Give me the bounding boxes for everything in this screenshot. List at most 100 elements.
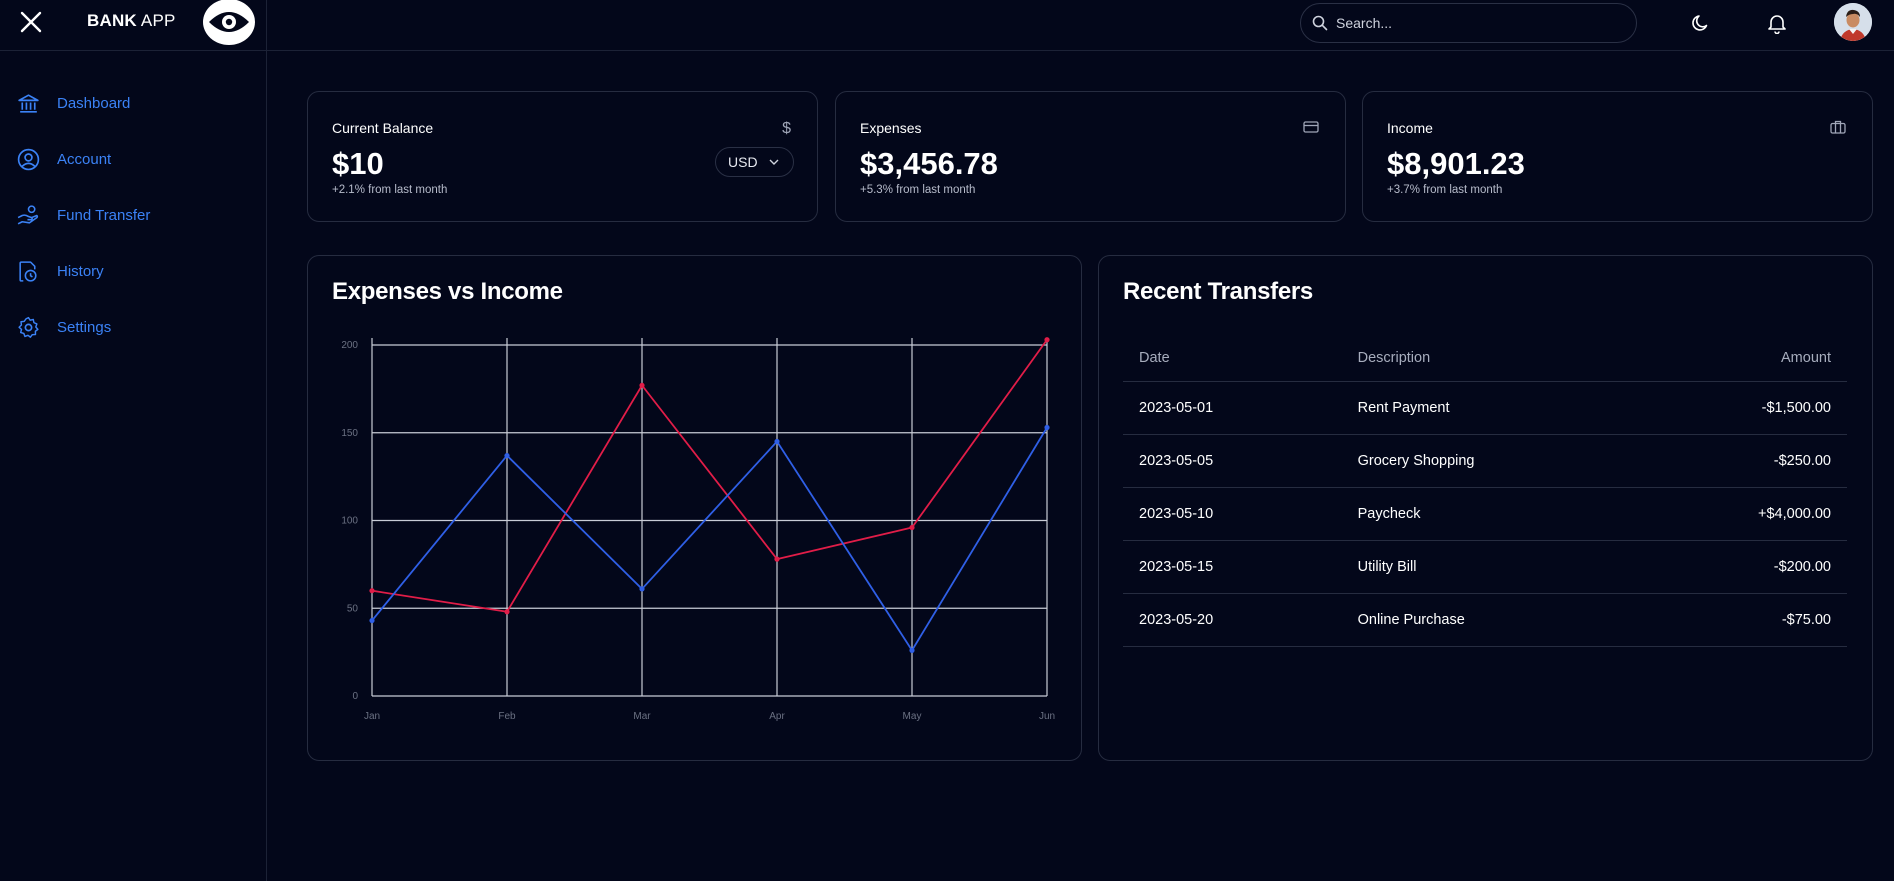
- data-point: [369, 617, 375, 624]
- income-change: +3.7% from last month: [1387, 184, 1503, 196]
- table-row[interactable]: 2023-05-01 Rent Payment -$1,500.00: [1123, 381, 1847, 435]
- balance-label: Current Balance: [332, 120, 434, 136]
- briefcase-icon: [1830, 120, 1846, 139]
- row-amount: -$200.00: [1642, 540, 1847, 594]
- table-header-row: Date Description Amount: [1123, 336, 1847, 382]
- x-tick-label: Jun: [1039, 711, 1055, 722]
- y-tick-label: 50: [347, 603, 359, 614]
- table-row[interactable]: 2023-05-15 Utility Bill -$200.00: [1123, 540, 1847, 594]
- expenses-value: $3,456.78: [860, 146, 998, 181]
- expenses-card: Expenses $3,456.78 +5.3% from last month: [835, 91, 1346, 222]
- data-point: [1044, 337, 1050, 343]
- y-tick-label: 100: [341, 516, 358, 527]
- row-description: Utility Bill: [1329, 540, 1643, 594]
- y-tick-label: 150: [341, 428, 358, 439]
- row-date: 2023-05-05: [1123, 434, 1330, 488]
- column-amount: Amount: [1642, 336, 1847, 382]
- series-line-0: [371, 339, 1048, 613]
- expenses-label: Expenses: [860, 120, 922, 136]
- table-row[interactable]: 2023-05-05 Grocery Shopping -$250.00: [1123, 434, 1847, 488]
- sidebar-item-label: Dashboard: [57, 94, 131, 112]
- x-tick-label: Apr: [769, 711, 785, 722]
- moon-icon[interactable]: [1686, 8, 1716, 38]
- expenses-income-chart: 0 50 100 150 200 Jan Feb Mar Apr May Jun: [341, 337, 1055, 722]
- row-amount: -$1,500.00: [1642, 381, 1847, 435]
- y-tick-label: 200: [341, 340, 358, 351]
- data-point: [909, 524, 915, 531]
- balance-value: $10: [332, 146, 384, 181]
- data-point: [774, 438, 780, 445]
- sidebar-item-label: History: [57, 262, 104, 280]
- hand-coins-icon: [17, 204, 39, 225]
- transfers-table: Date Description Amount 2023-05-01 Rent …: [1123, 336, 1847, 647]
- bank-icon: [18, 93, 39, 113]
- column-date: Date: [1123, 336, 1330, 382]
- y-tick-label: 0: [352, 691, 358, 702]
- sidebar-item-label: Fund Transfer: [57, 206, 151, 224]
- row-description: Paycheck: [1329, 487, 1643, 541]
- row-amount: -$250.00: [1642, 434, 1847, 488]
- row-date: 2023-05-01: [1123, 381, 1330, 435]
- x-tick-label: May: [903, 711, 922, 722]
- income-value: $8,901.23: [1387, 146, 1525, 181]
- row-amount: +$4,000.00: [1642, 487, 1847, 541]
- data-point: [639, 382, 645, 388]
- brand-bold: BANK: [87, 11, 137, 30]
- sidebar-item-fund-transfer[interactable]: Fund Transfer: [16, 200, 150, 230]
- row-date: 2023-05-10: [1123, 487, 1330, 541]
- transfers-panel: Recent Transfers Date Description Amount…: [1098, 255, 1873, 761]
- avatar[interactable]: [1834, 3, 1872, 41]
- data-point: [639, 586, 645, 592]
- row-amount: -$75.00: [1642, 593, 1847, 647]
- income-label: Income: [1387, 120, 1433, 136]
- sidebar-divider: [266, 0, 267, 881]
- row-date: 2023-05-20: [1123, 593, 1330, 647]
- bell-icon[interactable]: [1762, 8, 1792, 38]
- brand-light: APP: [136, 11, 176, 30]
- table-row[interactable]: 2023-05-10 Paycheck +$4,000.00: [1123, 487, 1847, 541]
- row-description: Rent Payment: [1329, 381, 1643, 435]
- data-point: [909, 647, 915, 653]
- data-point: [1044, 424, 1050, 431]
- clock-file-icon: [19, 260, 37, 282]
- credit-card-icon: [1303, 120, 1319, 138]
- data-point: [504, 609, 510, 615]
- data-point: [504, 452, 510, 459]
- sidebar-item-history[interactable]: History: [16, 256, 104, 286]
- column-description: Description: [1329, 336, 1643, 382]
- x-tick-label: Jan: [364, 711, 380, 722]
- chart-panel: Expenses vs Income 0 50 100 150 200 Jan Feb Mar…: [307, 255, 1082, 761]
- sidebar-item-label: Account: [57, 150, 112, 168]
- balance-card: Current Balance $10 +2.1% from last mont…: [307, 91, 818, 222]
- user-circle-icon: [17, 148, 40, 170]
- search-icon: [1312, 15, 1328, 31]
- income-card: Income $8,901.23 +3.7% from last month: [1362, 91, 1873, 222]
- close-icon[interactable]: [18, 9, 44, 35]
- table-row[interactable]: 2023-05-20 Online Purchase -$75.00: [1123, 593, 1847, 647]
- currency-value: USD: [728, 154, 758, 170]
- series-line-1: [371, 427, 1048, 652]
- x-tick-label: Mar: [633, 711, 651, 722]
- sidebar-item-settings[interactable]: Settings: [16, 312, 111, 342]
- balance-change: +2.1% from last month: [332, 184, 448, 196]
- row-description: Online Purchase: [1329, 593, 1643, 647]
- data-point: [774, 556, 780, 562]
- currency-select[interactable]: USD: [715, 147, 794, 177]
- search-field[interactable]: [1300, 3, 1637, 43]
- chevron-down-icon: [769, 159, 779, 165]
- x-tick-label: Feb: [498, 711, 516, 722]
- dollar-icon: $: [782, 120, 791, 137]
- search-input[interactable]: [1336, 15, 1616, 31]
- top-bar: BANK APP: [0, 0, 1894, 51]
- expenses-change: +5.3% from last month: [860, 184, 976, 196]
- transfers-title: Recent Transfers: [1123, 278, 1313, 305]
- sidebar-item-label: Settings: [57, 318, 112, 336]
- row-description: Grocery Shopping: [1329, 434, 1643, 488]
- eye-logo-icon: [203, 0, 255, 45]
- row-date: 2023-05-15: [1123, 540, 1330, 594]
- sidebar-item-dashboard[interactable]: Dashboard: [16, 88, 130, 118]
- data-point: [369, 588, 375, 594]
- brand-name: BANK APP: [87, 11, 176, 31]
- sidebar-item-account[interactable]: Account: [16, 144, 111, 174]
- gear-icon: [18, 316, 39, 338]
